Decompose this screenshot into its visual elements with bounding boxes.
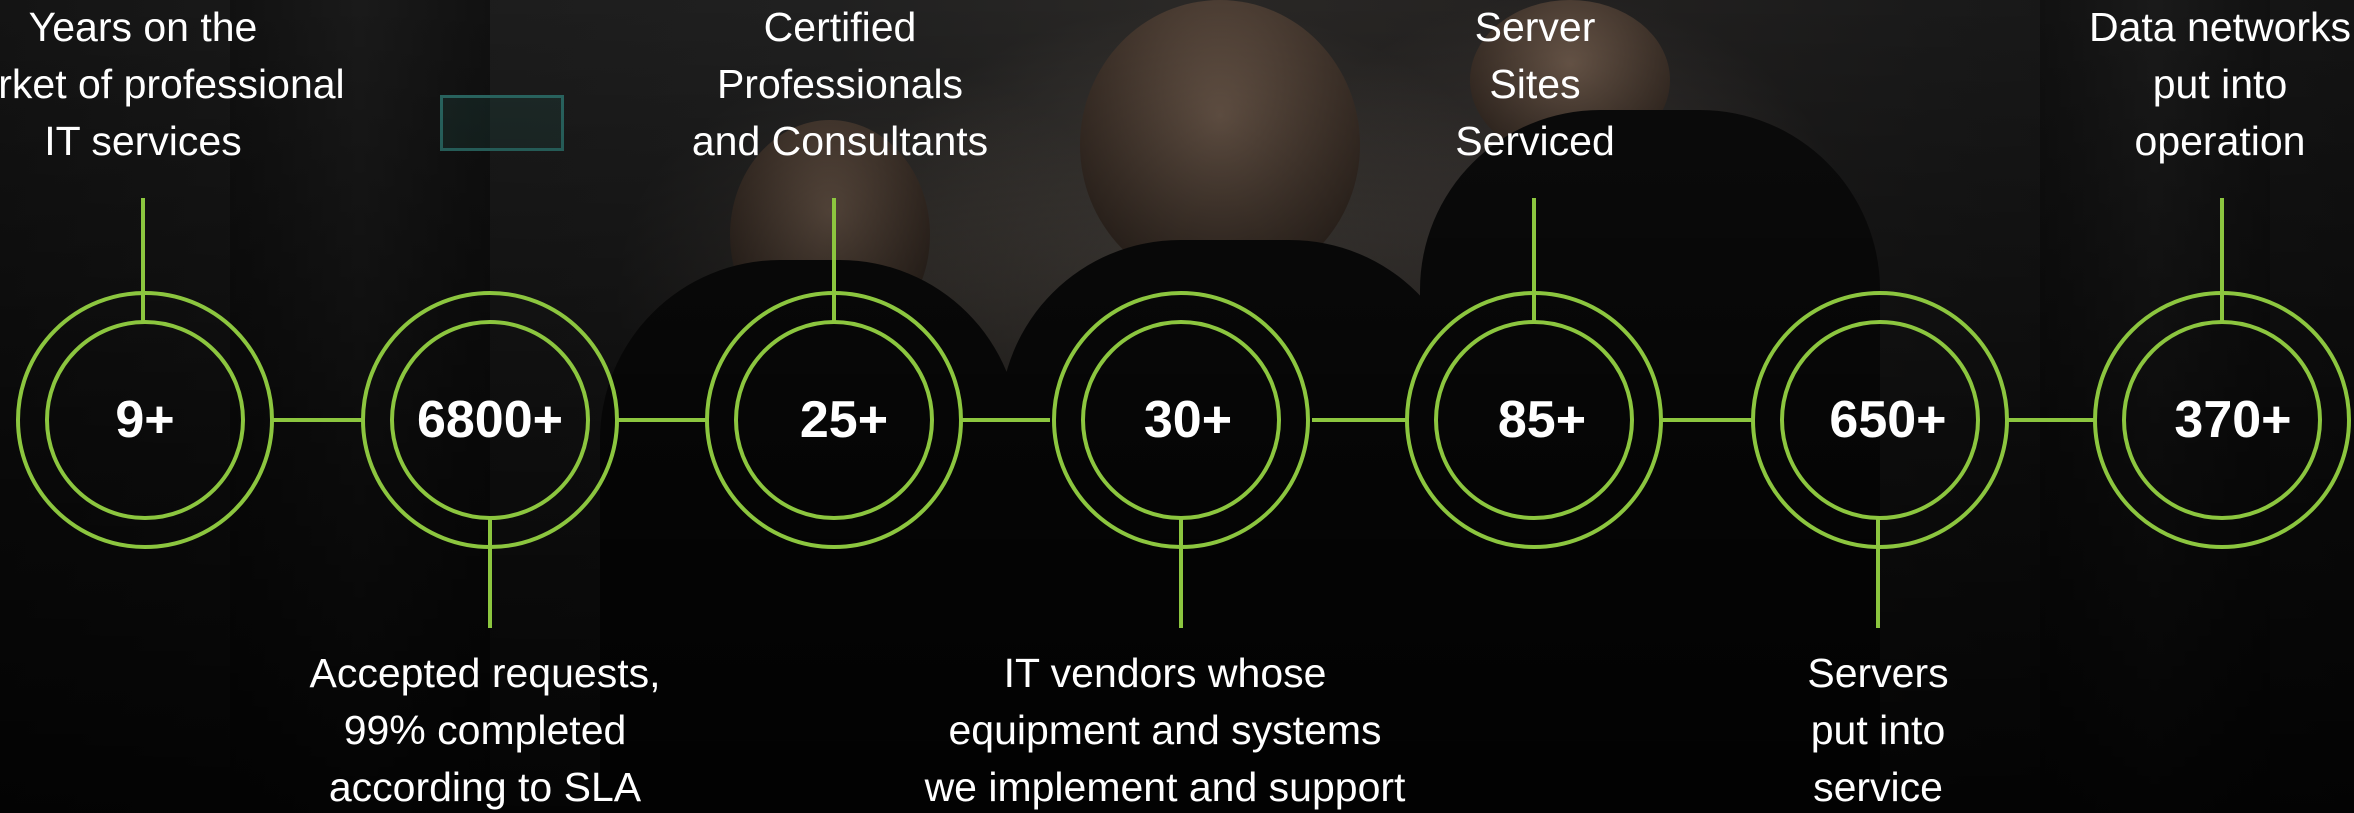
stat-value: 9+ [115, 391, 175, 449]
stat-label: Servers put into service [1807, 650, 1949, 810]
stat-value: 650+ [1829, 391, 1947, 449]
stat-label: Years on the market of professional IT s… [0, 4, 345, 164]
stat-label: Server Sites Serviced [1455, 4, 1615, 164]
stats-banner: 9+ 6800+ 25+ 30+ 85+ 650+ 370+ Years on … [0, 0, 2354, 813]
stat-label: Accepted requests, 99% completed accordi… [309, 650, 661, 810]
stat-value: 85+ [1497, 391, 1587, 449]
stat-value: 25+ [799, 391, 889, 449]
stat-value: 6800+ [416, 391, 564, 449]
stat-label: Certified Professionals and Consultants [691, 4, 989, 164]
stat-value: 30+ [1143, 391, 1233, 449]
stat-label: IT vendors whose equipment and systems w… [924, 650, 1406, 810]
stat-value: 370+ [2174, 391, 2292, 449]
stat-label: Data networks put into operation [2088, 4, 2352, 164]
